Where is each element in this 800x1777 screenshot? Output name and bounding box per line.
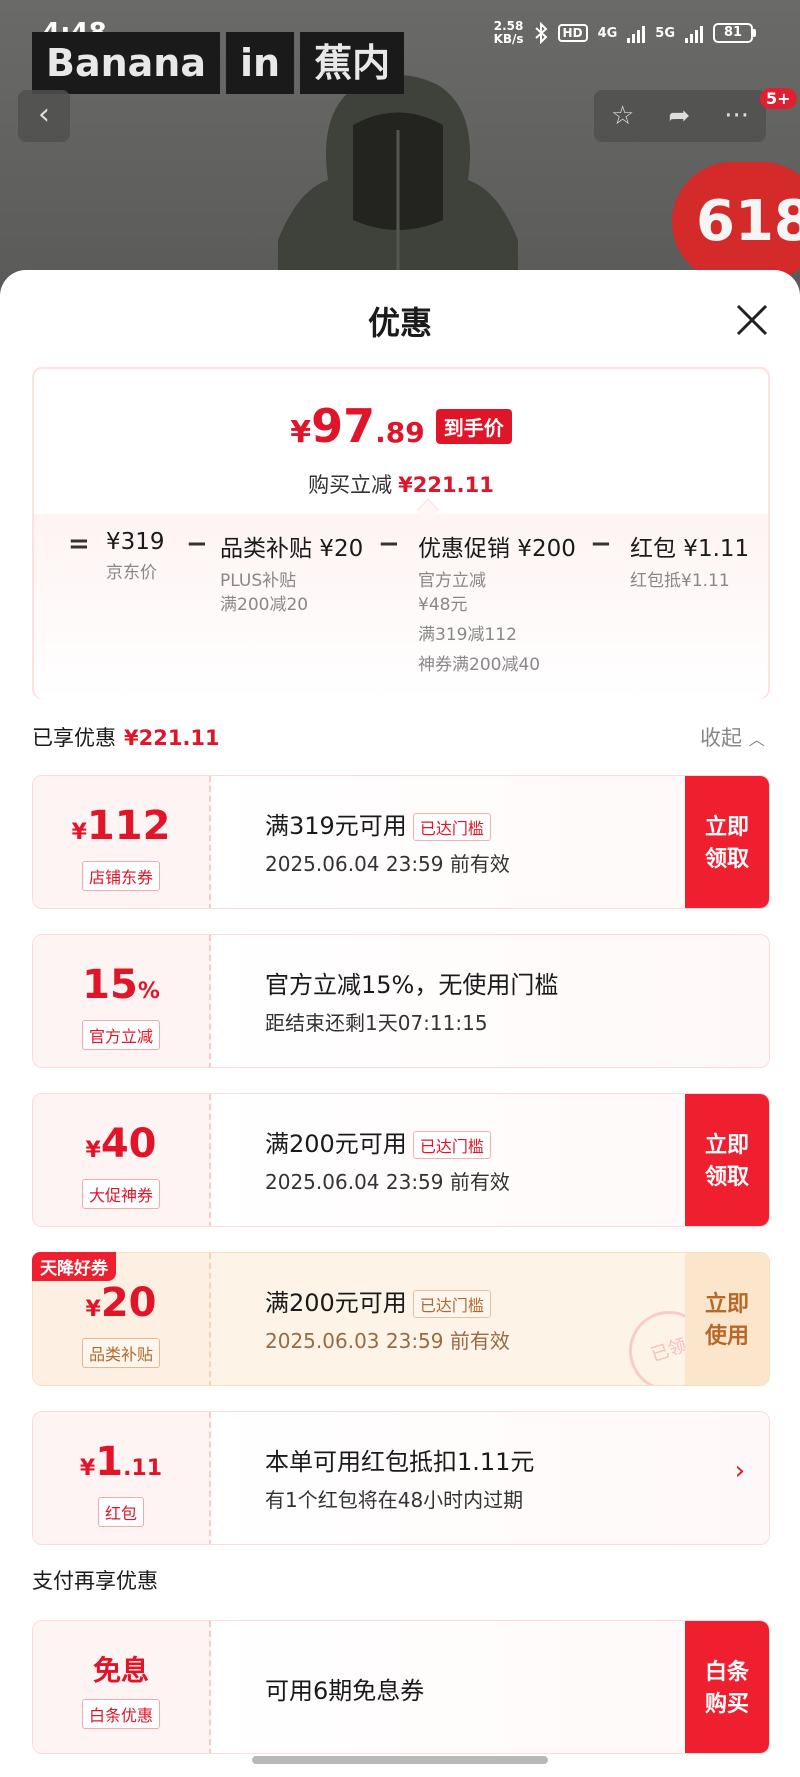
banana-in-watermark: Banana in 蕉内 <box>32 32 405 94</box>
network-4g-label: 4G <box>597 25 618 41</box>
coupon-type-tag: 品类补贴 <box>81 1338 160 1368</box>
star-icon[interactable]: ☆ <box>611 101 634 131</box>
signal-icon <box>627 23 646 43</box>
product-hoodie-image <box>278 75 518 300</box>
signal-icon-2 <box>685 23 703 43</box>
status-icons: 2.58 KB/s HD 4G 5G 81 <box>494 20 756 46</box>
coupon-type-tag: 官方立减 <box>81 1020 160 1050</box>
chevron-right-icon: › <box>734 1456 745 1486</box>
bluetooth-icon <box>534 22 547 44</box>
red-packet-row[interactable]: ¥1.11 红包 本单可用红包抵扣1.11元 有1个红包将在48小时内过期 › <box>32 1411 770 1545</box>
coupon-promo: ¥40 大促神券 满200元可用 已达门槛 2025.06.04 23:59 前有… <box>32 1093 770 1227</box>
use-button[interactable]: 立即 使用 <box>685 1253 769 1385</box>
chevron-up-icon: ︿ <box>748 730 765 749</box>
minus-sign: − <box>590 529 612 559</box>
coupon-baitiao: 免息 白条优惠 可用6期免息券 白条 购买 <box>32 1620 770 1754</box>
calc-item-promotion: 优惠促销 ¥200 官方立减 ¥48元 满319减112 神券满200减40 <box>418 536 576 675</box>
hd-voice-icon: HD <box>557 24 588 42</box>
collapse-button[interactable]: 收起 ︿ <box>700 722 765 752</box>
home-indicator[interactable] <box>252 1756 548 1764</box>
header-actions: ☆ ➦ ··· <box>594 90 766 142</box>
share-icon[interactable]: ➦ <box>668 101 690 131</box>
minus-sign: − <box>186 529 208 559</box>
close-icon[interactable] <box>732 300 772 340</box>
network-5g-label: 5G <box>655 25 675 41</box>
discount-sheet: 优惠 ¥97.89 到手价 购买立减 ¥221.11 = ¥319 京东价 − 品… <box>0 270 800 1777</box>
promo-618-badge: 618 <box>672 162 800 282</box>
back-button[interactable]: ‹ <box>18 90 70 142</box>
net-speed: 2.58 KB/s <box>493 19 524 46</box>
calc-item-jd-price: ¥319 京东价 <box>106 529 165 583</box>
calc-item-category-subsidy: 品类补贴 ¥20 PLUS补贴 满200减20 <box>220 536 364 615</box>
more-icon[interactable]: ··· <box>724 101 749 131</box>
threshold-badge: 已达门槛 <box>412 813 491 841</box>
coupon-type-tag: 大促神券 <box>81 1179 160 1209</box>
equals-sign: = <box>68 529 90 559</box>
total-reduction: 购买立减 ¥221.11 <box>308 473 494 497</box>
price-summary-card: ¥97.89 到手价 购买立减 ¥221.11 = ¥319 京东价 − 品类补贴… <box>32 367 770 699</box>
enjoyed-discount-summary: 已享优惠 ¥221.11 <box>32 726 220 750</box>
sky-coupon-label: 天降好券 <box>32 1252 116 1281</box>
threshold-badge: 已达门槛 <box>412 1131 491 1159</box>
countdown: 距结束还剩1天07:11:15 <box>265 1011 488 1035</box>
threshold-badge: 已达门槛 <box>412 1290 491 1318</box>
claim-button[interactable]: 立即 领取 <box>685 776 769 908</box>
coupon-category-subsidy: ¥20 品类补贴 满200元可用 已达门槛 2025.06.03 23:59 前有… <box>32 1252 770 1386</box>
chevron-left-icon: ‹ <box>38 97 50 132</box>
coupon-store: ¥112 店铺东券 满319元可用 已达门槛 2025.06.04 23:59 前… <box>32 775 770 909</box>
baitiao-buy-button[interactable]: 白条 购买 <box>685 1621 769 1753</box>
sheet-title: 优惠 <box>367 304 432 342</box>
message-count-badge: 5+ <box>760 88 797 109</box>
final-price: ¥97.89 到手价 <box>34 399 768 453</box>
calc-item-red-packet: 红包 ¥1.11 红包抵¥1.11 <box>630 536 750 591</box>
coupon-type-tag: 店铺东券 <box>81 861 160 891</box>
coupon-type-tag: 红包 <box>97 1497 144 1527</box>
claim-button[interactable]: 立即 领取 <box>685 1094 769 1226</box>
pay-section-title: 支付再享优惠 <box>32 1569 158 1593</box>
coupon-official-discount: 15% 官方立减 官方立减15%，无使用门槛 距结束还剩1天07:11:15 <box>32 934 770 1068</box>
coupon-type-tag: 白条优惠 <box>81 1699 160 1729</box>
product-page-background: 4:48 2.58 KB/s HD 4G 5G 81 Banana in 蕉内 … <box>0 0 800 300</box>
final-price-tag: 到手价 <box>435 408 512 444</box>
minus-sign: − <box>378 529 400 559</box>
battery-icon: 81 <box>713 23 756 43</box>
